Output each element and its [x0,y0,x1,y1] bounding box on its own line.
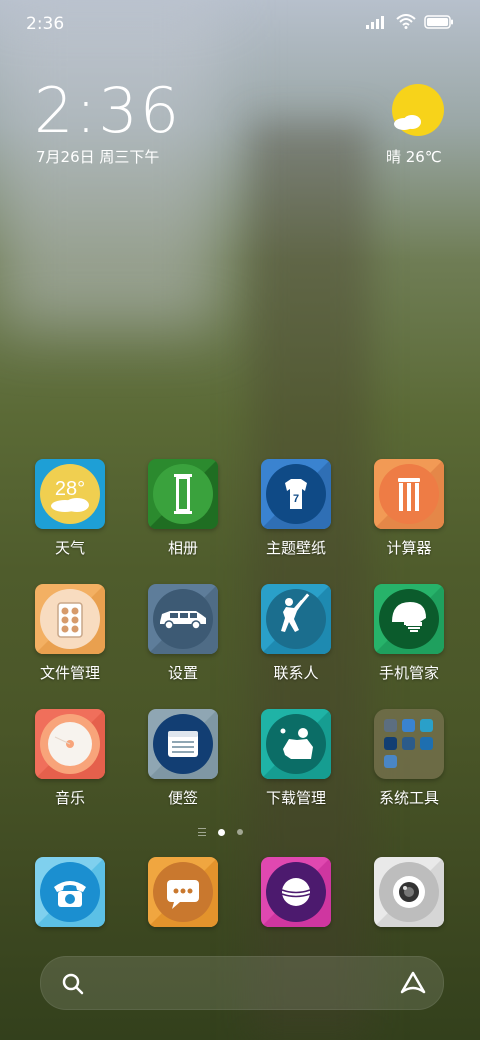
app-notes[interactable]: 便签 [128,709,238,808]
page-menu-icon[interactable] [198,828,206,836]
notes-icon [148,709,218,779]
app-settings[interactable]: 设置 [128,584,238,683]
phone-icon [35,857,105,927]
app-downloads[interactable]: 下载管理 [241,709,351,808]
battery-icon [424,14,453,29]
app-system-tools-folder[interactable]: 系统工具 [354,709,464,808]
weather-widget-text: 晴 26℃ [386,148,442,166]
jeep-icon [148,584,218,654]
app-file-manager[interactable]: 文件管理 [15,584,125,683]
app-label: 设置 [167,664,198,682]
search-icon[interactable] [61,972,85,996]
page-indicator[interactable] [198,828,243,836]
helmet-icon [374,584,444,654]
sun-cloud-icon[interactable] [390,82,446,138]
jersey-icon: 7 [261,459,331,529]
status-icons [366,14,454,29]
dock-messages[interactable] [128,857,238,927]
app-label: 计算器 [386,539,432,557]
messages-icon [148,857,218,927]
app-label: 相册 [167,539,198,557]
folder-icon [374,709,444,779]
gallery-icon [148,459,218,529]
clock-widget-time[interactable]: 2:36 [34,74,181,147]
dock-browser[interactable] [241,857,351,927]
app-contacts[interactable]: 联系人 [241,584,351,683]
music-disc-icon [35,709,105,779]
wickets-icon [374,459,444,529]
status-time: 2:36 [26,14,65,34]
app-themes[interactable]: 7 主题壁纸 [241,459,351,558]
app-calculator[interactable]: 计算器 [354,459,464,558]
fielder-icon [261,709,331,779]
batsman-icon [261,584,331,654]
dock-phone[interactable] [15,857,125,927]
app-music[interactable]: 音乐 [15,709,125,808]
jersey-number: 7 [293,493,299,505]
app-label: 下载管理 [265,789,326,807]
camera-icon [374,857,444,927]
search-bar[interactable] [40,956,444,1010]
file-manager-icon [35,584,105,654]
app-label: 联系人 [273,664,319,682]
app-security[interactable]: 手机管家 [354,584,464,683]
app-label: 文件管理 [39,664,100,682]
app-label: 天气 [54,539,85,557]
app-label: 便签 [167,789,198,807]
dock-camera[interactable] [354,857,464,927]
app-weather[interactable]: 28° 天气 [15,459,125,558]
signal-icon [366,15,384,29]
app-gallery[interactable]: 相册 [128,459,238,558]
weather-icon: 28° [35,459,105,529]
app-label: 主题壁纸 [265,539,326,557]
status-bar: 2:36 [0,0,480,50]
assistant-icon[interactable] [399,970,427,996]
wifi-icon [396,14,416,29]
app-label: 系统工具 [378,789,439,807]
app-label: 音乐 [54,789,85,807]
clock-widget-date: 7月26日 周三下午 [36,148,160,166]
app-label: 手机管家 [378,664,439,682]
weather-temp-badge: 28° [55,478,85,500]
page-dot-active[interactable] [218,828,225,836]
cricket-ball-icon [261,857,331,927]
page-dot[interactable] [237,829,243,835]
